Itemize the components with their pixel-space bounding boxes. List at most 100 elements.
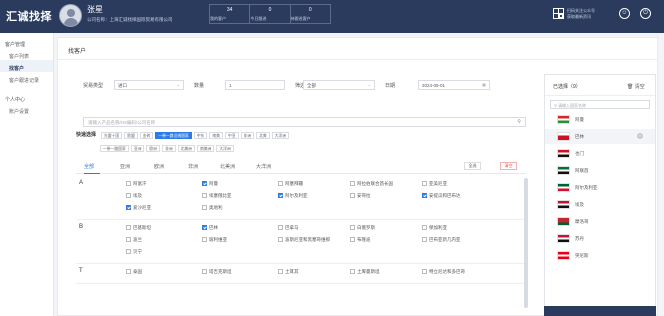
region-tag[interactable]: 非洲 bbox=[240, 132, 255, 139]
selected-clear-button[interactable]: 🗑 清空 bbox=[627, 83, 645, 90]
checkbox[interactable] bbox=[350, 193, 355, 198]
checkbox[interactable] bbox=[278, 193, 283, 198]
checkbox[interactable] bbox=[350, 181, 355, 186]
select-all-button[interactable]: 全选 bbox=[464, 162, 481, 170]
selected-country-row[interactable]: 阿曼 bbox=[545, 112, 655, 127]
country-checkbox-item[interactable]: 布隆迪 bbox=[350, 237, 371, 243]
selected-country-row[interactable]: 巴林 × bbox=[545, 129, 655, 144]
country-checkbox-item[interactable]: 阿曼 bbox=[202, 181, 218, 187]
checkbox[interactable] bbox=[126, 205, 131, 210]
user-icon[interactable]: ☺ bbox=[619, 8, 630, 19]
checkbox[interactable] bbox=[202, 225, 207, 230]
country-checkbox-item[interactable]: 玻利维亚 bbox=[202, 237, 227, 243]
region-tag[interactable]: 中东 bbox=[193, 132, 208, 139]
stat-pending-followup[interactable]: 0 待跟进客户 bbox=[291, 5, 330, 23]
country-checkbox-item[interactable]: 波斯尼亚和黑塞哥维那 bbox=[278, 237, 330, 243]
country-checkbox-item[interactable]: 巴布亚新几内亚 bbox=[422, 237, 461, 243]
region-tag[interactable]: 欧盟 bbox=[124, 132, 138, 139]
sidebar-item-followup-records[interactable]: 客户跟进记录 bbox=[0, 72, 53, 84]
checkbox[interactable] bbox=[422, 269, 427, 274]
checkbox[interactable] bbox=[350, 225, 355, 230]
filter-select[interactable]: 全部 ⌄ bbox=[303, 80, 375, 90]
selected-country-row[interactable]: 突尼斯 bbox=[545, 248, 655, 263]
sidebar-item-customer-list[interactable]: 客户列表 bbox=[0, 48, 53, 60]
scrollbar[interactable] bbox=[524, 178, 528, 308]
checkbox[interactable] bbox=[422, 237, 427, 242]
country-checkbox-item[interactable]: 贝宁 bbox=[126, 249, 142, 255]
country-checkbox-item[interactable]: 阿塞拜疆 bbox=[278, 181, 303, 187]
country-checkbox-item[interactable]: 土耳其 bbox=[278, 269, 299, 275]
country-checkbox-item[interactable]: 土库曼斯坦 bbox=[350, 269, 380, 275]
region-tag[interactable]: 东盟十国 bbox=[101, 132, 123, 139]
region-tag[interactable]: 北美 bbox=[256, 132, 270, 139]
region-tag[interactable]: 一带一路国家 bbox=[100, 145, 129, 152]
checkbox[interactable] bbox=[202, 237, 207, 242]
checkbox[interactable] bbox=[422, 193, 427, 198]
checkbox[interactable] bbox=[202, 193, 207, 198]
country-checkbox-item[interactable]: 阿拉伯联合酋长国 bbox=[350, 181, 393, 187]
clear-button[interactable]: 清空 bbox=[500, 162, 517, 170]
selected-country-row[interactable]: 阿联酋 bbox=[545, 163, 655, 178]
remove-icon[interactable]: × bbox=[637, 133, 643, 139]
selected-country-row[interactable]: 阿尔及利亚 bbox=[545, 180, 655, 195]
checkbox[interactable] bbox=[278, 225, 283, 230]
country-checkbox-item[interactable]: 巴林 bbox=[202, 225, 218, 231]
checkbox[interactable] bbox=[202, 269, 207, 274]
selected-country-row[interactable]: 也门 bbox=[545, 146, 655, 161]
region-tag[interactable]: 北美洲 bbox=[177, 145, 195, 152]
checkbox[interactable] bbox=[278, 237, 283, 242]
region-tag[interactable]: 非洲 bbox=[161, 145, 176, 152]
selected-search-input[interactable]: ⚲ 请输入国家名称 bbox=[550, 100, 650, 109]
country-checkbox-item[interactable]: 塔吉克斯坦 bbox=[202, 269, 232, 275]
checkbox[interactable] bbox=[202, 181, 207, 186]
tab-europe[interactable]: 欧洲 bbox=[154, 163, 164, 170]
selected-country-row[interactable]: 埃及 bbox=[545, 197, 655, 212]
country-checkbox-item[interactable]: 爱沙尼亚 bbox=[126, 205, 151, 211]
checkbox[interactable] bbox=[278, 181, 283, 186]
country-checkbox-item[interactable]: 泰国 bbox=[126, 269, 142, 275]
country-checkbox-item[interactable]: 保加利亚 bbox=[422, 225, 447, 231]
checkbox[interactable] bbox=[350, 269, 355, 274]
region-tag[interactable]: 中亚 bbox=[224, 132, 239, 139]
checkbox[interactable] bbox=[278, 269, 283, 274]
checkbox[interactable] bbox=[126, 193, 131, 198]
selected-country-row[interactable]: 苏丹 bbox=[545, 231, 655, 246]
region-tag[interactable]: 金砖 bbox=[139, 132, 154, 139]
country-checkbox-item[interactable]: 巴基斯坦 bbox=[126, 225, 151, 231]
checkbox[interactable] bbox=[126, 249, 131, 254]
country-checkbox-item[interactable]: 埃塞俄比亚 bbox=[202, 193, 232, 199]
trade-type-select[interactable]: 进口 ⌄ bbox=[114, 80, 184, 90]
confirm-button[interactable] bbox=[544, 306, 656, 316]
tab-all[interactable]: 全部 bbox=[84, 163, 94, 170]
country-checkbox-item[interactable]: 亚美尼亚 bbox=[422, 181, 447, 187]
region-tag[interactable]: 南美 bbox=[209, 132, 223, 139]
selected-country-row[interactable]: 摩洛哥 bbox=[545, 214, 655, 229]
region-tag[interactable]: 大洋洲 bbox=[271, 132, 290, 139]
checkbox[interactable] bbox=[126, 237, 131, 242]
country-checkbox-item[interactable]: 安提瓜和巴布达 bbox=[422, 193, 461, 199]
region-tag[interactable]: 亚洲 bbox=[130, 145, 145, 152]
quantity-input[interactable]: 1 bbox=[225, 80, 285, 90]
region-tag[interactable]: 南美洲 bbox=[196, 145, 215, 152]
region-tag[interactable]: 一带一路沿线国家 bbox=[155, 132, 192, 139]
country-checkbox-item[interactable]: 奥地利 bbox=[202, 205, 223, 211]
checkbox[interactable] bbox=[350, 237, 355, 242]
country-checkbox-item[interactable]: 巴拿马 bbox=[278, 225, 299, 231]
power-icon[interactable]: ⏻ bbox=[640, 8, 651, 19]
checkbox[interactable] bbox=[126, 269, 131, 274]
checkbox[interactable] bbox=[202, 205, 207, 210]
stat-my-customers[interactable]: 34 我的客户 bbox=[210, 5, 251, 23]
stat-today-followup[interactable]: 0 今日跟进 bbox=[250, 5, 291, 23]
checkbox[interactable] bbox=[422, 181, 427, 186]
checkbox[interactable] bbox=[126, 225, 131, 230]
tab-north-america[interactable]: 北美洲 bbox=[220, 163, 235, 170]
sidebar-item-account-settings[interactable]: 账户设置 bbox=[0, 103, 53, 115]
country-checkbox-item[interactable]: 白俄罗斯 bbox=[350, 225, 375, 231]
country-checkbox-item[interactable]: 埃及 bbox=[126, 193, 142, 199]
avatar[interactable] bbox=[59, 4, 82, 27]
date-picker[interactable]: 2024-05-01 ▦ bbox=[418, 80, 490, 90]
region-tag[interactable]: 欧洲 bbox=[146, 145, 160, 152]
sidebar-item-find-customer[interactable]: 找客户 bbox=[0, 60, 53, 72]
country-checkbox-item[interactable]: 特立尼达和多巴哥 bbox=[422, 269, 465, 275]
country-checkbox-item[interactable]: 波兰 bbox=[126, 237, 142, 243]
